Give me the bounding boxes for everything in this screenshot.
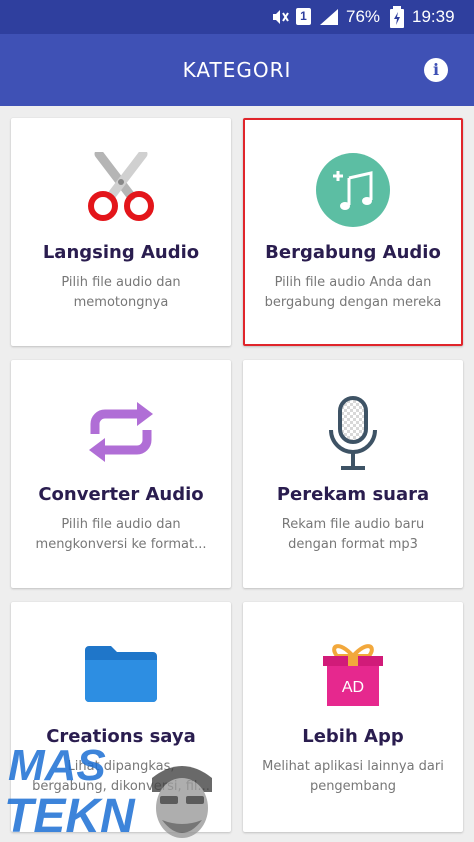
signal-icon <box>318 7 340 32</box>
card-title: Perekam suara <box>276 484 430 505</box>
category-card-voice-recorder[interactable]: Perekam suara Rekam file audio baru deng… <box>243 360 463 588</box>
app-bar: KATEGORI i <box>0 34 474 106</box>
mute-icon <box>270 7 290 32</box>
card-description: Pilih file audio dan mengkonversi ke for… <box>35 517 207 552</box>
category-card-trim-audio[interactable]: Langsing Audio Pilih file audio dan memo… <box>11 118 231 346</box>
microphone-icon <box>323 394 383 478</box>
sim-badge: 1 <box>296 8 311 25</box>
battery-charging-icon <box>390 6 404 33</box>
battery-level: 76% <box>346 7 381 26</box>
card-description: Melihat aplikasi lainnya dari pengembang <box>262 759 444 794</box>
clock: 19:39 <box>412 7 455 26</box>
card-description: Rekam file audio baru dengan format mp3 <box>281 517 425 552</box>
category-card-merge-audio[interactable]: Bergabung Audio Pilih file audio Anda da… <box>243 118 463 346</box>
info-icon[interactable]: i <box>424 58 448 82</box>
card-description: Lihat dipangkas, bergabung, dikonversi, … <box>32 759 210 794</box>
status-bar: 1 76% 19:39 <box>0 0 474 34</box>
gift-icon: AD <box>315 636 391 716</box>
folder-icon <box>83 636 159 710</box>
card-title: Lebih App <box>302 726 404 747</box>
page-title: KATEGORI <box>182 58 292 82</box>
category-card-convert-audio[interactable]: Converter Audio Pilih file audio dan men… <box>11 360 231 588</box>
category-card-more-apps[interactable]: AD Lebih App Melihat aplikasi lainnya da… <box>243 602 463 832</box>
card-title: Converter Audio <box>38 484 204 505</box>
card-description: Pilih file audio dan memotongnya <box>61 275 181 310</box>
card-title: Creations saya <box>46 726 196 747</box>
card-description: Pilih file audio Anda dan bergabung deng… <box>264 275 442 310</box>
card-title: Bergabung Audio <box>265 242 441 263</box>
scissors-icon <box>81 149 161 226</box>
convert-icon <box>81 394 161 474</box>
music-add-icon <box>315 152 391 232</box>
category-card-my-creations[interactable]: Creations saya Lihat dipangkas, bergabun… <box>11 602 231 832</box>
card-title: Langsing Audio <box>42 242 200 263</box>
gift-ad-label: AD <box>342 679 364 696</box>
